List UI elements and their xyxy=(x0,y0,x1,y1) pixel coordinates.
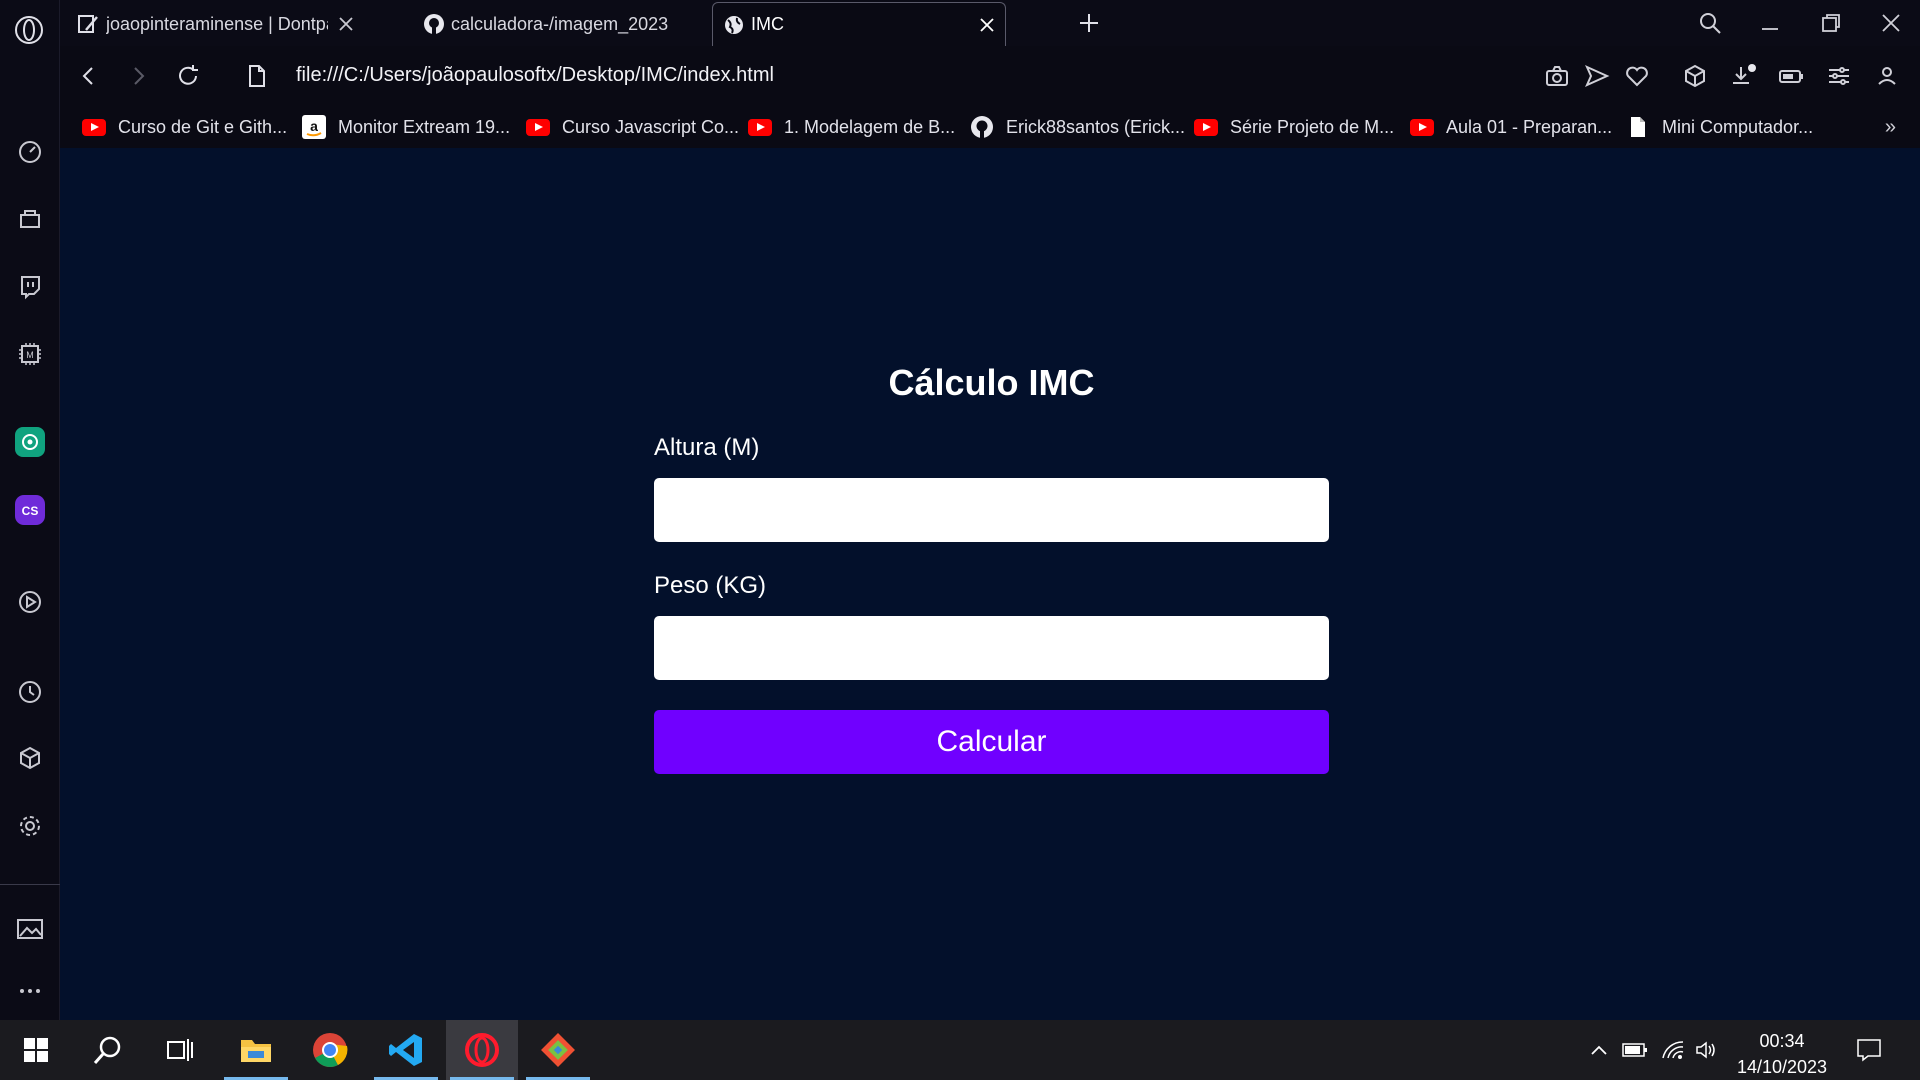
tab-imc[interactable]: IMC xyxy=(712,2,1006,46)
reload-icon[interactable] xyxy=(173,61,203,91)
address-url[interactable]: file:///C:/Users/joãopaulosoftx/Desktop/… xyxy=(296,64,774,87)
clock-time: 00:34 xyxy=(1759,1031,1805,1051)
tab-strip: joaopinteraminense | Dontpad calculadora… xyxy=(60,0,1920,46)
svg-text:a: a xyxy=(310,118,318,134)
easy-setup-icon[interactable] xyxy=(1824,61,1854,91)
snapshot-camera-icon[interactable] xyxy=(1542,61,1572,91)
height-input[interactable] xyxy=(654,478,1329,542)
imc-form: Cálculo IMC Altura (M) Peso (KG) Calcula… xyxy=(654,362,1329,774)
bookmarks-bar: Curso de Git e Gith... a Monitor Extream… xyxy=(60,106,1920,148)
tab-title: IMC xyxy=(751,14,784,34)
more-bookmarks-chevron-icon[interactable]: » xyxy=(1885,116,1896,139)
windows-start-icon[interactable] xyxy=(0,1020,72,1080)
svg-text:M: M xyxy=(26,350,34,360)
new-tab-plus-icon[interactable] xyxy=(1076,10,1102,36)
clock-date: 14/10/2023 xyxy=(1736,1057,1828,1077)
heart-bookmark-icon[interactable] xyxy=(1622,61,1652,91)
height-label: Altura (M) xyxy=(654,434,760,461)
notifications-icon[interactable] xyxy=(1856,1038,1882,1062)
opera-logo-icon[interactable] xyxy=(13,14,45,46)
profile-icon[interactable] xyxy=(1872,61,1902,91)
web-page-content: Cálculo IMC Altura (M) Peso (KG) Calcula… xyxy=(60,148,1920,1020)
extensions-cube-icon[interactable] xyxy=(14,742,46,774)
file-explorer-icon[interactable] xyxy=(220,1020,292,1080)
github-icon xyxy=(423,13,445,35)
close-tab-icon[interactable] xyxy=(336,14,356,34)
tab-dontpad[interactable]: joaopinteraminense | Dontpad xyxy=(68,2,364,46)
bookmark-label: Mini Computador... xyxy=(1662,116,1814,137)
speed-dial-icon[interactable] xyxy=(14,135,46,167)
dontpad-icon xyxy=(78,13,100,35)
bookmark-label: Curso Javascript Co... xyxy=(562,116,740,137)
task-view-icon[interactable] xyxy=(144,1020,216,1080)
address-bar-row: file:///C:/Users/joãopaulosoftx/Desktop/… xyxy=(60,46,1920,106)
bookmark-item[interactable]: Série Projeto de M... xyxy=(1194,112,1394,142)
bookmark-item[interactable]: Curso Javascript Co... xyxy=(526,112,739,142)
twitch-icon[interactable] xyxy=(14,270,46,302)
bookmark-item[interactable]: a Monitor Extream 19... xyxy=(302,112,510,142)
tab-title: calculadora-/imagem_2023 xyxy=(451,13,669,34)
downloads-icon[interactable] xyxy=(1728,61,1758,91)
restore-window-icon[interactable] xyxy=(1816,8,1846,38)
chatgpt-icon[interactable] xyxy=(14,426,46,458)
svg-text:CS: CS xyxy=(22,504,39,518)
player-icon[interactable] xyxy=(14,586,46,618)
weight-label: Peso (KG) xyxy=(654,572,767,599)
git-gui-icon[interactable] xyxy=(522,1020,594,1080)
chrome-icon[interactable] xyxy=(294,1020,366,1080)
cs-app-icon[interactable]: CS xyxy=(14,494,46,526)
more-options-icon[interactable] xyxy=(14,975,46,1007)
search-tabs-icon[interactable] xyxy=(1695,8,1725,38)
file-icon xyxy=(1626,117,1650,137)
page-title: Cálculo IMC xyxy=(888,362,1095,403)
close-tab-icon[interactable] xyxy=(977,15,997,35)
globe-icon xyxy=(723,14,745,36)
youtube-icon xyxy=(748,118,772,136)
close-window-icon[interactable] xyxy=(1876,8,1906,38)
calculate-button[interactable]: Calcular xyxy=(654,710,1329,774)
bookmark-label: Curso de Git e Gith... xyxy=(118,116,288,137)
bookmark-label: Série Projeto de M... xyxy=(1230,116,1395,137)
search-icon[interactable] xyxy=(72,1020,144,1080)
extensions-icon[interactable] xyxy=(1680,61,1710,91)
forward-icon[interactable] xyxy=(123,61,153,91)
youtube-icon xyxy=(82,118,106,136)
volume-icon[interactable] xyxy=(1694,1038,1720,1062)
bookmark-label: 1. Modelagem de B... xyxy=(784,116,956,137)
settings-gear-icon[interactable] xyxy=(14,810,46,842)
bookmark-item[interactable]: Curso de Git e Gith... xyxy=(82,112,287,142)
sidebar-divider xyxy=(0,884,60,885)
youtube-icon xyxy=(526,118,550,136)
bookmark-item[interactable]: Mini Computador... xyxy=(1626,112,1813,142)
weight-input[interactable] xyxy=(654,616,1329,680)
vscode-icon[interactable] xyxy=(370,1020,442,1080)
opera-taskbar-icon[interactable] xyxy=(446,1020,518,1080)
youtube-icon xyxy=(1410,118,1434,136)
battery-icon[interactable] xyxy=(1622,1038,1648,1062)
youtube-icon xyxy=(1194,118,1218,136)
send-icon[interactable] xyxy=(1582,61,1612,91)
bookmark-label: Monitor Extream 19... xyxy=(338,116,511,137)
history-icon[interactable] xyxy=(14,676,46,708)
shopping-icon[interactable] xyxy=(14,202,46,234)
taskbar-clock[interactable]: 00:34 14/10/2023 xyxy=(1730,1028,1834,1080)
bookmark-label: Aula 01 - Preparan... xyxy=(1446,116,1613,137)
wifi-icon[interactable] xyxy=(1660,1038,1686,1062)
bookmark-label: Erick88santos (Erick... xyxy=(1006,116,1186,137)
bookmark-item[interactable]: Aula 01 - Preparan... xyxy=(1410,112,1612,142)
tab-title: joaopinteraminense | Dontpad xyxy=(106,13,328,34)
file-page-icon[interactable] xyxy=(242,61,272,91)
opera-sidebar: M CS xyxy=(0,0,60,1020)
back-icon[interactable] xyxy=(74,61,104,91)
amazon-icon: a xyxy=(302,115,326,139)
minimize-icon[interactable] xyxy=(1755,8,1785,38)
gallery-icon[interactable] xyxy=(14,913,46,945)
bookmark-item[interactable]: Erick88santos (Erick... xyxy=(970,112,1185,142)
memory-chip-icon[interactable]: M xyxy=(14,338,46,370)
battery-saver-icon[interactable] xyxy=(1776,61,1806,91)
bookmark-item[interactable]: 1. Modelagem de B... xyxy=(748,112,955,142)
show-hidden-icons-chevron-icon[interactable] xyxy=(1586,1038,1612,1062)
windows-taskbar: 00:34 14/10/2023 xyxy=(0,1020,1920,1080)
github-icon xyxy=(970,116,994,138)
